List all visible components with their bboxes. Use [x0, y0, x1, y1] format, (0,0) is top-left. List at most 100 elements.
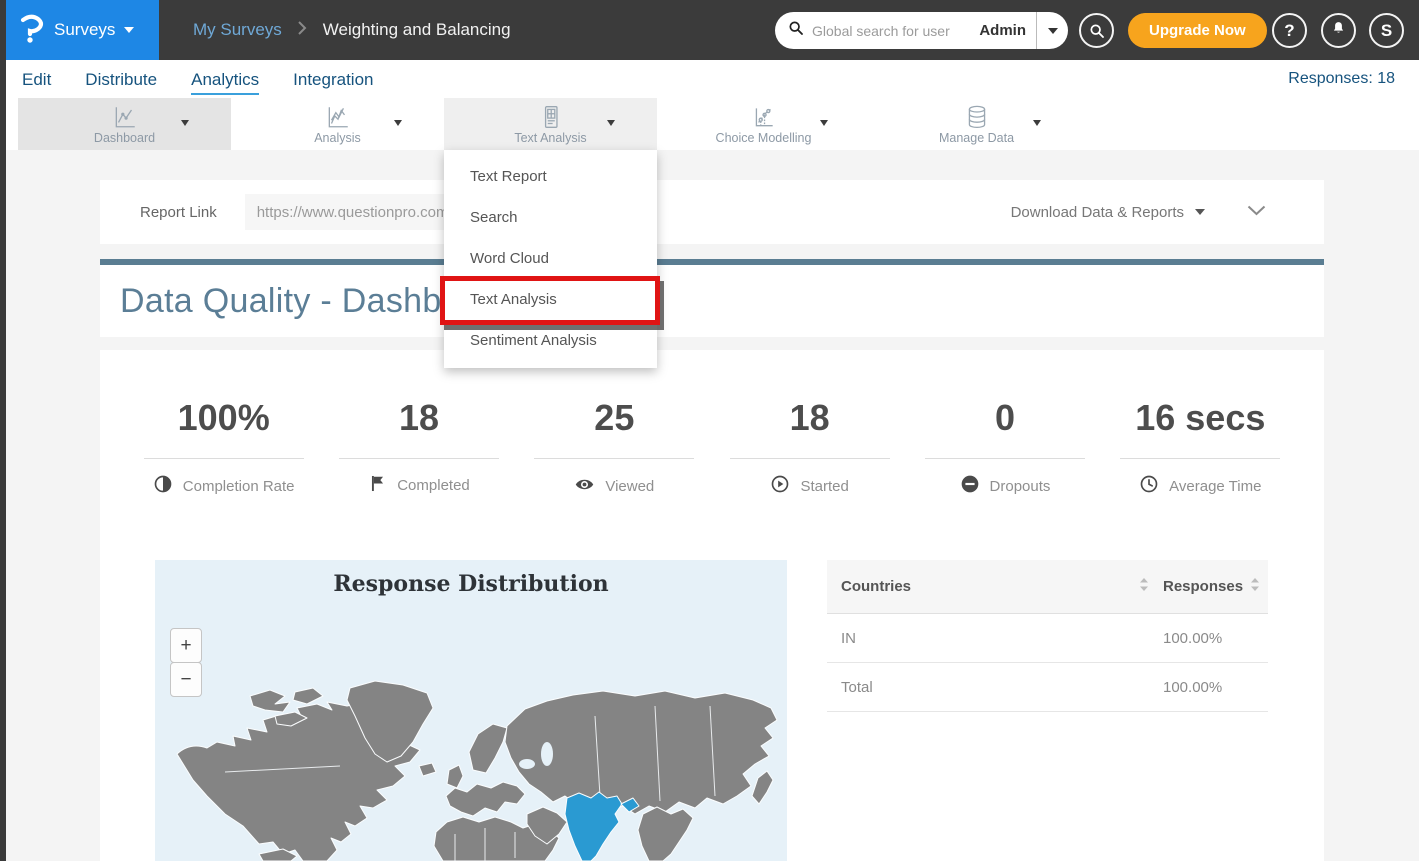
countries-table-header: Countries Responses: [827, 560, 1268, 614]
text-analysis-dropdown-menu: Text Report Search Word Cloud Text Analy…: [444, 150, 657, 368]
map-country-india: [565, 792, 639, 861]
chevron-down-icon: [394, 120, 402, 126]
menu-item-search[interactable]: Search: [444, 197, 657, 238]
menu-item-sentiment-analysis[interactable]: Sentiment Analysis: [444, 320, 657, 361]
map-title: Response Distribution: [155, 571, 787, 597]
toolbar-label: Choice Modelling: [716, 131, 812, 145]
collapsed-sidebar-strip: [0, 60, 6, 861]
stat-value: 25: [517, 397, 712, 439]
search-scope-label[interactable]: Admin: [979, 22, 1026, 39]
breadcrumb-my-surveys[interactable]: My Surveys: [193, 20, 282, 40]
questionpro-analytics-page: Surveys My Surveys Weighting and Balanci…: [0, 0, 1419, 861]
download-data-reports-label[interactable]: Download Data & Reports: [1011, 204, 1184, 221]
dashboard-card: 100% Completion Rate 18 Completed 25: [100, 350, 1324, 861]
report-link-bar: Report Link Download Data & Reports: [100, 180, 1324, 244]
clock-icon: [1139, 474, 1159, 498]
toolbar-label: Analysis: [314, 131, 361, 145]
user-avatar[interactable]: S: [1369, 13, 1404, 48]
breadcrumb-current: Weighting and Balancing: [323, 20, 511, 40]
scatter-chart-icon: [751, 104, 777, 130]
stat-completion-rate: 100% Completion Rate: [126, 350, 321, 499]
play-circle-icon: [770, 474, 790, 498]
menu-item-text-report[interactable]: Text Report: [444, 156, 657, 197]
search-icon: [788, 20, 804, 41]
upgrade-now-button[interactable]: Upgrade Now: [1128, 13, 1267, 48]
stat-completed: 18 Completed: [321, 350, 516, 499]
stats-row: 100% Completion Rate 18 Completed 25: [100, 350, 1324, 499]
chevron-down-icon[interactable]: [1195, 209, 1205, 215]
nav-analytics[interactable]: Analytics: [191, 64, 259, 95]
chevron-down-icon: [1048, 28, 1058, 34]
stat-label: Completed: [397, 477, 470, 494]
world-map[interactable]: [155, 646, 787, 861]
stat-label: Started: [800, 478, 848, 495]
area-chart-icon: [325, 104, 351, 130]
text-document-icon: [538, 104, 564, 130]
toolbar-dashboard[interactable]: Dashboard: [18, 98, 231, 150]
country-cell: IN: [841, 630, 856, 647]
page-title-card: Data Quality - Dashboard: [100, 265, 1324, 337]
report-link-label: Report Link: [140, 204, 217, 221]
questionpro-logo-icon: [19, 13, 45, 48]
chevron-down-icon: [181, 120, 189, 126]
stat-dropouts: 0 Dropouts: [907, 350, 1102, 499]
avatar-initial: S: [1381, 21, 1392, 41]
column-header-responses[interactable]: Responses: [1163, 578, 1243, 595]
stat-value: 16 secs: [1103, 397, 1298, 439]
toolbar-text-analysis[interactable]: Text Analysis: [444, 98, 657, 150]
chevron-down-icon: [124, 27, 134, 33]
responses-cell: 100.00%: [1163, 630, 1222, 647]
country-cell: Total: [841, 679, 873, 696]
search-button[interactable]: [1079, 13, 1114, 48]
countries-table: Countries Responses IN 100.00% Total 100…: [827, 560, 1268, 712]
table-row: Total 100.00%: [827, 663, 1268, 712]
toolbar-label: Text Analysis: [514, 131, 586, 145]
search-input[interactable]: [812, 23, 952, 39]
stat-label: Dropouts: [990, 478, 1051, 495]
stat-viewed: 25 Viewed: [517, 350, 712, 499]
surveys-menu[interactable]: Surveys: [6, 0, 159, 60]
stat-value: 100%: [126, 397, 321, 439]
toolbar-choice-modelling[interactable]: Choice Modelling: [657, 98, 870, 150]
line-chart-icon: [112, 104, 138, 130]
toolbar-label: Dashboard: [94, 131, 155, 145]
stat-value: 18: [321, 397, 516, 439]
download-data-reports[interactable]: Download Data & Reports: [1011, 203, 1324, 221]
chevron-down-icon: [820, 120, 828, 126]
toolbar-label: Manage Data: [939, 131, 1014, 145]
nav-edit[interactable]: Edit: [22, 64, 51, 95]
stat-value: 0: [907, 397, 1102, 439]
help-button[interactable]: ?: [1272, 13, 1307, 48]
column-header-countries[interactable]: Countries: [841, 578, 911, 595]
notifications-button[interactable]: [1321, 13, 1356, 48]
question-mark-icon: ?: [1284, 21, 1294, 41]
stat-label: Completion Rate: [183, 478, 295, 495]
flag-icon: [368, 474, 387, 497]
sort-icon[interactable]: [1139, 578, 1149, 595]
breadcrumb: My Surveys Weighting and Balancing: [193, 0, 511, 60]
chevron-down-icon: [1033, 120, 1041, 126]
response-distribution-map-card: Response Distribution + −: [155, 560, 787, 861]
menu-item-word-cloud[interactable]: Word Cloud: [444, 238, 657, 279]
minus-circle-icon: [960, 474, 980, 498]
nav-integration[interactable]: Integration: [293, 64, 373, 95]
toolbar-manage-data[interactable]: Manage Data: [870, 98, 1083, 150]
collapse-panel-chevron[interactable]: [1247, 203, 1266, 221]
responses-cell: 100.00%: [1163, 679, 1222, 696]
top-header: Surveys My Surveys Weighting and Balanci…: [0, 0, 1419, 60]
database-icon: [964, 104, 990, 130]
global-search: Admin: [775, 12, 1036, 49]
search-scope-dropdown[interactable]: [1036, 12, 1068, 49]
stat-label: Average Time: [1169, 478, 1261, 495]
sort-icon[interactable]: [1250, 578, 1260, 595]
menu-item-text-analysis[interactable]: Text Analysis: [444, 279, 657, 320]
responses-count: Responses: 18: [1288, 70, 1419, 88]
analytics-toolbar: Dashboard Analysis Text Analysis Choice …: [0, 98, 1419, 150]
toolbar-analysis[interactable]: Analysis: [231, 98, 444, 150]
nav-distribute[interactable]: Distribute: [85, 64, 157, 95]
table-row: IN 100.00%: [827, 614, 1268, 663]
surveys-menu-label: Surveys: [54, 20, 115, 40]
stat-label: Viewed: [605, 478, 654, 495]
survey-nav: Edit Distribute Analytics Integration Re…: [0, 60, 1419, 98]
stat-value: 18: [712, 397, 907, 439]
